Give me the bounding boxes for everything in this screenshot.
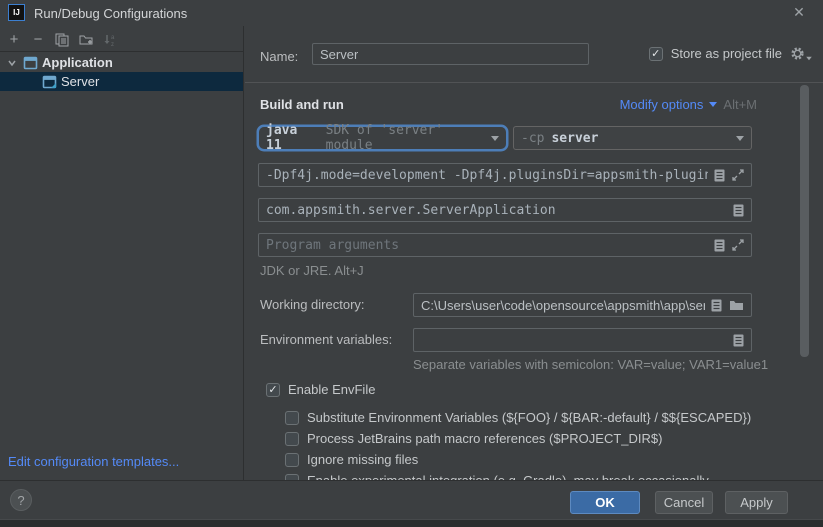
dialog-footer: ? OK Cancel Apply [0,480,823,519]
jdk-hint-text: JDK or JRE. Alt+J [260,263,364,278]
run-debug-configurations-dialog: IJ Run/Debug Configurations ✕ + − az App… [0,0,823,527]
process-path-macros-checkbox[interactable] [285,432,299,446]
process-path-macros-row: Process JetBrains path macro references … [285,431,662,446]
dropdown-arrow-icon [736,136,744,141]
close-icon[interactable]: ✕ [791,4,807,20]
macros-list-icon[interactable] [714,239,725,252]
tree-item-label: Server [61,74,99,89]
working-directory-input[interactable]: C:\Users\user\code\opensource\appsmith\a… [413,293,752,317]
modify-options-group: Modify options Alt+M [620,97,757,112]
configuration-form: Name: Server ✓ Store as project file Bui… [245,26,823,480]
apply-button[interactable]: Apply [725,491,788,514]
tree-item-server-selected[interactable]: Server [0,72,243,91]
environment-variables-hint: Separate variables with semicolon: VAR=v… [413,357,768,372]
classpath-module-combobox[interactable]: -cp server [513,126,752,150]
chevron-down-icon [709,102,717,107]
vm-options-value: -Dpf4j.mode=development -Dpf4j.pluginsDi… [266,168,708,183]
working-directory-value: C:\Users\user\code\opensource\appsmith\a… [421,298,705,313]
main-class-value: com.appsmith.server.ServerApplication [266,203,556,218]
modify-options-shortcut: Alt+M [723,97,757,112]
jre-description: SDK of 'server' module [326,123,491,153]
vertical-scrollbar-thumb[interactable] [800,85,809,357]
edit-configuration-templates-link[interactable]: Edit configuration templates... [8,454,179,469]
expand-icon[interactable] [732,239,744,251]
vm-options-input[interactable]: -Dpf4j.mode=development -Dpf4j.pluginsDi… [258,163,752,187]
experimental-integration-label: Enable experimental integration (e.g. Gr… [307,473,709,480]
ignore-missing-files-checkbox[interactable] [285,453,299,467]
tree-group-label: Application [42,55,113,70]
chevron-down-icon [6,57,18,69]
store-as-project-file-row: ✓ Store as project file [649,46,813,61]
program-arguments-input[interactable]: Program arguments [258,233,752,257]
add-configuration-button[interactable]: + [2,30,26,50]
ignore-missing-files-row: Ignore missing files [285,452,418,467]
checkmark-icon: ✓ [651,48,660,60]
new-folder-icon[interactable] [74,30,98,50]
store-as-project-file-checkbox[interactable]: ✓ [649,47,663,61]
substitute-env-vars-checkbox[interactable] [285,411,299,425]
expand-icon[interactable] [732,169,744,181]
name-value: Server [320,47,358,62]
main-class-input[interactable]: com.appsmith.server.ServerApplication [258,198,752,222]
tree-group-application[interactable]: Application [0,53,243,72]
configurations-toolbar: + − az [0,28,243,52]
enable-envfile-label: Enable EnvFile [288,382,375,397]
name-input[interactable]: Server [312,43,589,65]
enable-envfile-checkbox[interactable]: ✓ [266,383,280,397]
svg-text:a: a [111,35,115,41]
environment-variables-input[interactable] [413,328,752,352]
svg-text:z: z [111,42,114,47]
dropdown-arrow-icon [491,136,499,141]
run-configuration-icon [42,75,57,89]
ok-button[interactable]: OK [570,491,640,514]
application-icon [23,56,38,70]
section-divider [245,82,823,83]
macros-list-icon[interactable] [711,299,722,312]
question-mark-icon: ? [17,493,24,508]
help-button[interactable]: ? [10,489,32,511]
remove-configuration-button[interactable]: − [26,30,50,50]
jre-name: java 11 [266,123,319,153]
program-arguments-placeholder: Program arguments [266,238,399,253]
cancel-button[interactable]: Cancel [655,491,713,514]
store-settings-gear-icon[interactable] [790,46,813,61]
name-label: Name: [260,49,298,64]
cp-flag: -cp [521,131,544,146]
working-directory-label: Working directory: [260,297,365,312]
experimental-integration-row: Enable experimental integration (e.g. Gr… [285,473,709,480]
environment-variables-label: Environment variables: [260,332,392,347]
process-path-macros-label: Process JetBrains path macro references … [307,431,662,446]
store-as-project-file-label: Store as project file [671,46,782,61]
enable-envfile-row: ✓ Enable EnvFile [266,382,375,397]
browse-folder-icon[interactable] [729,299,744,311]
configurations-panel: + − az Application Server Edit configura… [0,26,244,480]
checkmark-icon: ✓ [268,384,277,396]
cp-module: server [551,131,598,146]
title-bar: IJ Run/Debug Configurations ✕ [0,0,823,26]
substitute-env-vars-row: Substitute Environment Variables (${FOO}… [285,410,751,425]
ignore-missing-files-label: Ignore missing files [307,452,418,467]
build-and-run-title: Build and run [260,97,344,112]
macros-list-icon[interactable] [733,204,744,217]
intellij-logo-icon: IJ [8,4,25,21]
macros-list-icon[interactable] [733,334,744,347]
background-window-strip [0,519,823,527]
modify-options-link[interactable]: Modify options [620,97,704,112]
macros-list-icon[interactable] [714,169,725,182]
sort-configurations-icon[interactable]: az [98,30,122,50]
window-title: Run/Debug Configurations [34,6,187,21]
substitute-env-vars-label: Substitute Environment Variables (${FOO}… [307,410,751,425]
jre-selector-combobox[interactable]: java 11 SDK of 'server' module [258,126,507,150]
copy-configuration-icon[interactable] [50,30,74,50]
